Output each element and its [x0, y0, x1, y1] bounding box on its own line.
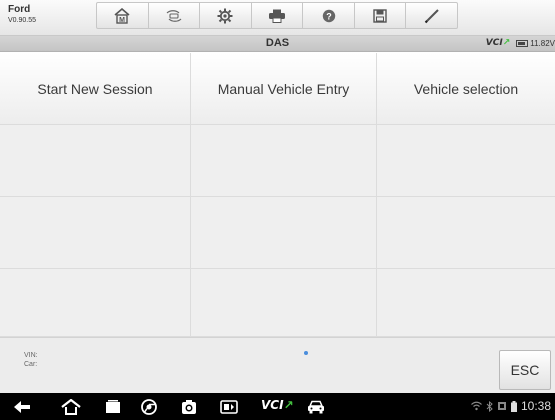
vehicle-nav-button[interactable] — [306, 398, 326, 415]
esc-button[interactable]: ESC — [499, 350, 551, 390]
chrome-button[interactable] — [140, 398, 158, 415]
empty-grid-cell — [377, 197, 555, 269]
bluetooth-icon — [486, 400, 493, 412]
vehicle-swap-icon — [166, 9, 182, 22]
info-footer: VIN: Car: ESC — [0, 337, 555, 393]
back-arrow-icon — [14, 400, 30, 413]
empty-grid-cell — [0, 269, 191, 337]
screenshot-icon — [220, 399, 238, 414]
save-button[interactable] — [355, 3, 407, 28]
help-icon: ? — [322, 9, 335, 22]
clock: 10:38 — [520, 399, 551, 413]
vci-status-logo: VCI↗ — [486, 38, 510, 48]
recent-apps-button[interactable] — [104, 398, 122, 415]
empty-grid-cell — [191, 125, 377, 197]
app-header: Ford V0.90.55 M ? — [0, 0, 555, 36]
empty-grid-cell — [377, 125, 555, 197]
vehicle-swap-button[interactable] — [149, 3, 201, 28]
empty-grid-cell — [0, 125, 191, 197]
wifi-icon — [471, 401, 482, 411]
screenshot-button[interactable] — [219, 398, 239, 415]
home-nav-button[interactable] — [60, 398, 82, 415]
print-button[interactable] — [252, 3, 304, 28]
back-button[interactable] — [12, 398, 32, 415]
battery-icon — [516, 39, 529, 47]
save-icon — [373, 8, 387, 23]
battery-status: 11.82V — [516, 39, 555, 48]
browser-icon — [141, 398, 157, 415]
title-bar: DAS VCI↗ 11.82V — [0, 36, 555, 52]
home-icon: M — [114, 7, 130, 24]
menu-grid: Start New Session Manual Vehicle Entry V… — [0, 53, 555, 337]
vci-nav-button[interactable]: VCI↗ — [261, 398, 294, 412]
version-label: V0.90.55 — [8, 17, 37, 24]
toolbar: M ? — [96, 2, 458, 29]
empty-grid-cell — [191, 269, 377, 337]
vci-nav-label: VCI — [261, 398, 284, 412]
svg-text:?: ? — [326, 11, 332, 21]
camera-icon — [182, 399, 196, 414]
home-button[interactable]: M — [97, 3, 149, 28]
system-nav-bar: VCI↗ 10:38 — [0, 393, 555, 420]
notification-icon — [497, 402, 506, 410]
vci-status: VCI↗ 11.82V — [486, 38, 555, 48]
settings-button[interactable] — [200, 3, 252, 28]
battery-voltage: 11.82V — [530, 38, 555, 48]
battery-level-icon — [510, 400, 517, 412]
vci-connected-icon: ↗ — [502, 38, 511, 48]
pen-icon — [424, 8, 439, 23]
car-icon — [308, 400, 324, 413]
empty-grid-cell — [377, 269, 555, 337]
brand-name: Ford — [8, 4, 31, 15]
svg-text:M: M — [119, 17, 125, 24]
printer-icon — [269, 9, 286, 23]
home-nav-icon — [61, 398, 81, 415]
empty-grid-cell — [191, 197, 377, 269]
brand-block: Ford V0.90.55 — [8, 5, 36, 26]
vin-label: VIN: — [24, 352, 38, 359]
vehicle-selection-button[interactable]: Vehicle selection — [377, 53, 555, 125]
gear-icon — [217, 8, 233, 23]
vci-status-text: VCI — [485, 38, 503, 48]
vehicle-info: VIN: Car: — [24, 351, 38, 369]
annotate-button[interactable] — [406, 3, 457, 28]
help-button[interactable]: ? — [303, 3, 355, 28]
recent-apps-icon — [106, 399, 120, 413]
camera-button[interactable] — [180, 398, 198, 415]
page-indicator-dot — [304, 351, 308, 355]
empty-grid-cell — [0, 197, 191, 269]
start-new-session-button[interactable]: Start New Session — [0, 53, 191, 125]
system-status: 10:38 — [471, 399, 551, 413]
page-title: DAS — [265, 37, 290, 49]
car-label: Car: — [24, 361, 38, 368]
vci-nav-status-icon: ↗ — [283, 398, 294, 412]
manual-vehicle-entry-button[interactable]: Manual Vehicle Entry — [191, 53, 377, 125]
